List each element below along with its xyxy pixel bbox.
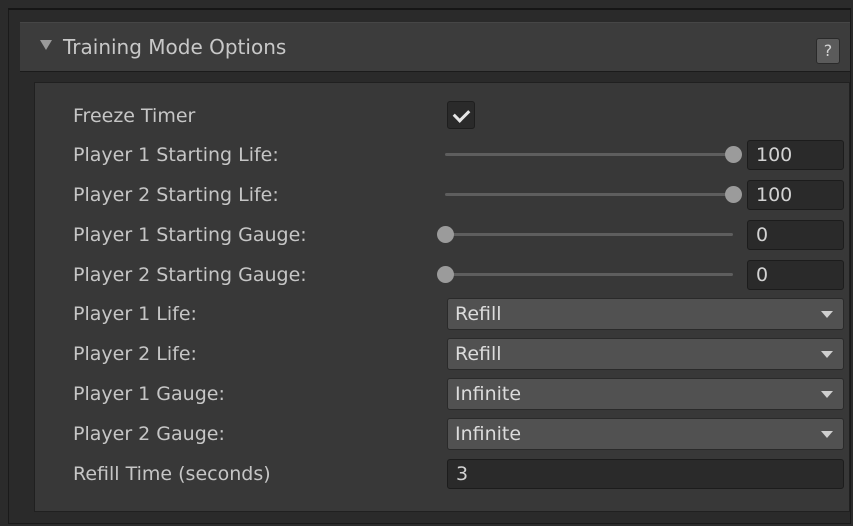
foldout-header[interactable]: Training Mode Options ? — [20, 22, 850, 72]
p1-starting-life-slider[interactable] — [445, 138, 742, 172]
row-p1-gauge: Player 1 Gauge: Infinite — [35, 377, 851, 411]
options-panel: Freeze Timer Player 1 Starting Life: 100… — [34, 82, 850, 512]
checkmark-icon — [452, 105, 471, 123]
row-freeze-timer: Freeze Timer — [35, 99, 851, 133]
p1-gauge-dropdown[interactable]: Infinite — [447, 378, 844, 410]
row-p2-life: Player 2 Life: Refill — [35, 337, 851, 371]
caret-down-icon — [821, 391, 833, 398]
p2-starting-life-slider[interactable] — [445, 178, 742, 212]
caret-down-icon — [821, 311, 833, 318]
section-title: Training Mode Options — [63, 35, 287, 59]
row-p1-life: Player 1 Life: Refill — [35, 297, 851, 331]
slider-thumb[interactable] — [725, 146, 742, 163]
row-p1-starting-life: Player 1 Starting Life: 100 — [35, 138, 851, 172]
p1-starting-gauge-input[interactable]: 0 — [747, 220, 844, 250]
p1-starting-life-label: Player 1 Starting Life: — [73, 144, 279, 166]
help-button[interactable]: ? — [816, 38, 840, 64]
p1-starting-gauge-slider[interactable] — [437, 218, 737, 252]
p2-starting-gauge-slider[interactable] — [437, 258, 737, 292]
dropdown-value: Infinite — [455, 423, 522, 445]
dropdown-value: Infinite — [455, 383, 522, 405]
dropdown-value: Refill — [455, 303, 502, 325]
slider-thumb[interactable] — [437, 226, 454, 243]
refill-time-input[interactable]: 3 — [447, 459, 844, 489]
row-refill-time: Refill Time (seconds) 3 — [35, 457, 851, 491]
slider-thumb[interactable] — [725, 186, 742, 203]
p2-starting-gauge-input[interactable]: 0 — [747, 260, 844, 290]
p1-life-label: Player 1 Life: — [73, 303, 197, 325]
caret-down-icon — [821, 431, 833, 438]
row-p2-gauge: Player 2 Gauge: Infinite — [35, 417, 851, 451]
dropdown-value: Refill — [455, 343, 502, 365]
p1-starting-gauge-label: Player 1 Starting Gauge: — [73, 224, 307, 246]
p2-starting-life-label: Player 2 Starting Life: — [73, 184, 279, 206]
p1-starting-life-input[interactable]: 100 — [747, 140, 844, 170]
freeze-timer-checkbox[interactable] — [447, 101, 475, 129]
triangle-down-icon[interactable] — [40, 40, 52, 50]
slider-thumb[interactable] — [437, 266, 454, 283]
top-divider — [8, 8, 851, 10]
slider-track[interactable] — [445, 273, 733, 276]
slider-track[interactable] — [445, 233, 733, 236]
caret-down-icon — [821, 351, 833, 358]
p2-starting-life-input[interactable]: 100 — [747, 180, 844, 210]
p1-gauge-label: Player 1 Gauge: — [73, 383, 225, 405]
refill-time-label: Refill Time (seconds) — [73, 463, 271, 485]
slider-track[interactable] — [445, 193, 733, 196]
p2-gauge-label: Player 2 Gauge: — [73, 423, 225, 445]
p2-life-label: Player 2 Life: — [73, 343, 197, 365]
slider-track[interactable] — [445, 153, 733, 156]
p1-life-dropdown[interactable]: Refill — [447, 298, 844, 330]
row-p2-starting-gauge: Player 2 Starting Gauge: 0 — [35, 258, 851, 292]
p2-starting-gauge-label: Player 2 Starting Gauge: — [73, 264, 307, 286]
p2-life-dropdown[interactable]: Refill — [447, 338, 844, 370]
freeze-timer-label: Freeze Timer — [73, 105, 196, 127]
p2-gauge-dropdown[interactable]: Infinite — [447, 418, 844, 450]
row-p2-starting-life: Player 2 Starting Life: 100 — [35, 178, 851, 212]
row-p1-starting-gauge: Player 1 Starting Gauge: 0 — [35, 218, 851, 252]
